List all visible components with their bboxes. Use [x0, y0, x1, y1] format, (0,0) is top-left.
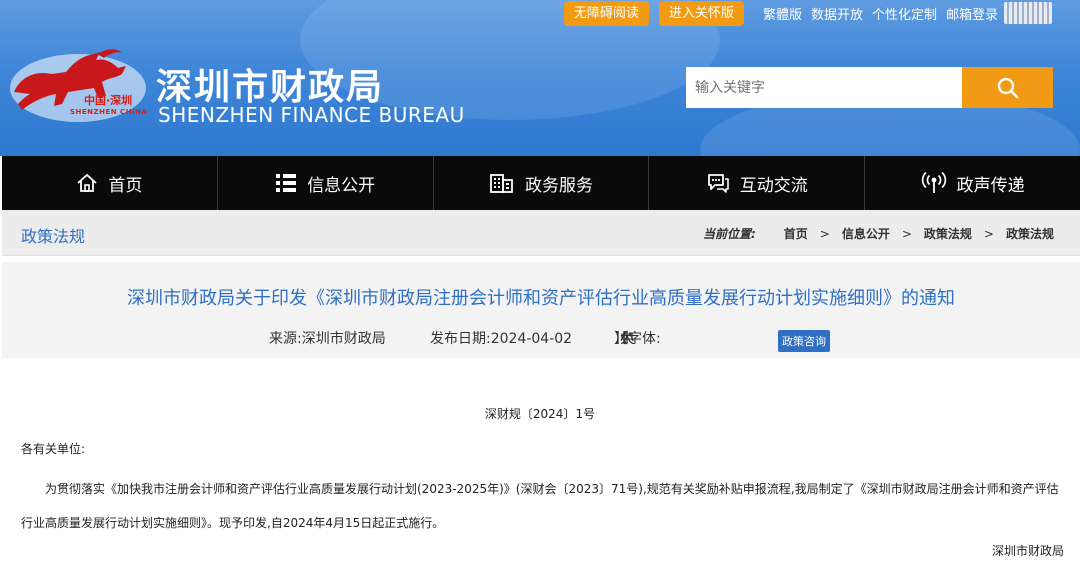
nav-item-home[interactable]: 首页 — [2, 156, 218, 210]
breadcrumb-separator: > — [819, 226, 830, 241]
home-icon — [77, 173, 97, 192]
search-button[interactable] — [962, 67, 1053, 108]
greeting-text: 各有关单位: — [21, 442, 86, 456]
building-icon — [490, 174, 513, 193]
main-nav: 首页 信息公开 政务服务 互动交流 政声传递 — [2, 156, 1080, 210]
breadcrumb-separator: > — [901, 226, 912, 241]
nav-item-label: 信息公开 — [307, 175, 376, 196]
top-links: 无障碍阅读 进入关怀版 繁體版 数据开放 个性化定制 邮箱登录 — [563, 0, 1052, 26]
article-source: 来源:深圳市财政局 — [269, 331, 386, 347]
breadcrumb-item-policy-sub[interactable]: 政策法规 — [1006, 225, 1054, 242]
policy-consult-button[interactable]: 政策咨询 — [778, 330, 830, 352]
nav-item-info-disclosure[interactable]: 信息公开 — [218, 156, 434, 210]
nav-item-label: 首页 — [108, 175, 143, 196]
signer-text: 深圳市财政局 — [991, 544, 1064, 558]
nav-item-gov-services[interactable]: 政务服务 — [434, 156, 650, 210]
breadcrumb-separator: > — [983, 226, 994, 241]
breadcrumb-label: 当前位置: — [702, 227, 756, 241]
logo-city-text: 中国·深圳 — [84, 94, 133, 107]
search-icon — [997, 77, 1018, 98]
accessibility-button[interactable]: 无障碍阅读 — [563, 0, 649, 26]
nav-item-label: 政声传递 — [956, 175, 1025, 196]
breadcrumb-item-home[interactable]: 首页 — [784, 225, 808, 242]
document-number: 深财规〔2024〕1号 — [484, 407, 596, 421]
font-size-label-close: 】 — [614, 331, 628, 347]
search-input[interactable] — [686, 67, 962, 108]
open-data-link[interactable]: 数据开放 — [811, 4, 863, 23]
breadcrumb-bar: 政策法规 当前位置: 首页 > 信息公开 > 政策法规 > 政策法规 — [2, 210, 1080, 256]
breadcrumb: 当前位置: 首页 > 信息公开 > 政策法规 > 政策法规 — [703, 225, 1054, 242]
breadcrumb-item-policy[interactable]: 政策法规 — [924, 225, 972, 242]
nav-item-label: 互动交流 — [739, 175, 808, 196]
section-title[interactable]: 政策法规 — [21, 223, 85, 247]
breadcrumb-item-info-disclosure[interactable]: 信息公开 — [842, 225, 890, 242]
traditional-chinese-link[interactable]: 繁體版 — [763, 4, 802, 23]
personalize-link[interactable]: 个性化定制 — [872, 4, 937, 23]
nav-item-interaction[interactable]: 互动交流 — [649, 156, 866, 210]
list-icon — [276, 174, 297, 192]
logo-city-en-text: SHENZHEN CHINA — [70, 108, 148, 116]
site-header: 无障碍阅读 进入关怀版 繁體版 数据开放 个性化定制 邮箱登录 中国·深圳 SH… — [0, 0, 1080, 156]
elderly-mode-button[interactable]: 进入关怀版 — [658, 0, 744, 26]
article-header: 深圳市财政局关于印发《深圳市财政局注册会计师和资产评估行业高质量发展行动计划实施… — [2, 262, 1080, 358]
mail-login-link[interactable]: 邮箱登录 — [946, 4, 998, 23]
article-publish-date: 发布日期:2024-04-02 — [430, 331, 573, 347]
body-paragraph: 为贯彻落实《加快我市注册会计师和资产评估行业高质量发展行动计划(2023-202… — [21, 482, 1059, 530]
search-box — [686, 67, 1053, 108]
nav-item-label: 政务服务 — [524, 175, 593, 196]
chat-icon — [707, 174, 729, 193]
site-subtitle: SHENZHEN FINANCE BUREAU — [158, 103, 465, 127]
nav-item-gov-voice[interactable]: 政声传递 — [865, 156, 1080, 210]
article-title: 深圳市财政局关于印发《深圳市财政局注册会计师和资产评估行业高质量发展行动计划实施… — [127, 288, 955, 309]
qr-code-image[interactable] — [1004, 2, 1052, 24]
broadcast-icon — [921, 171, 946, 193]
